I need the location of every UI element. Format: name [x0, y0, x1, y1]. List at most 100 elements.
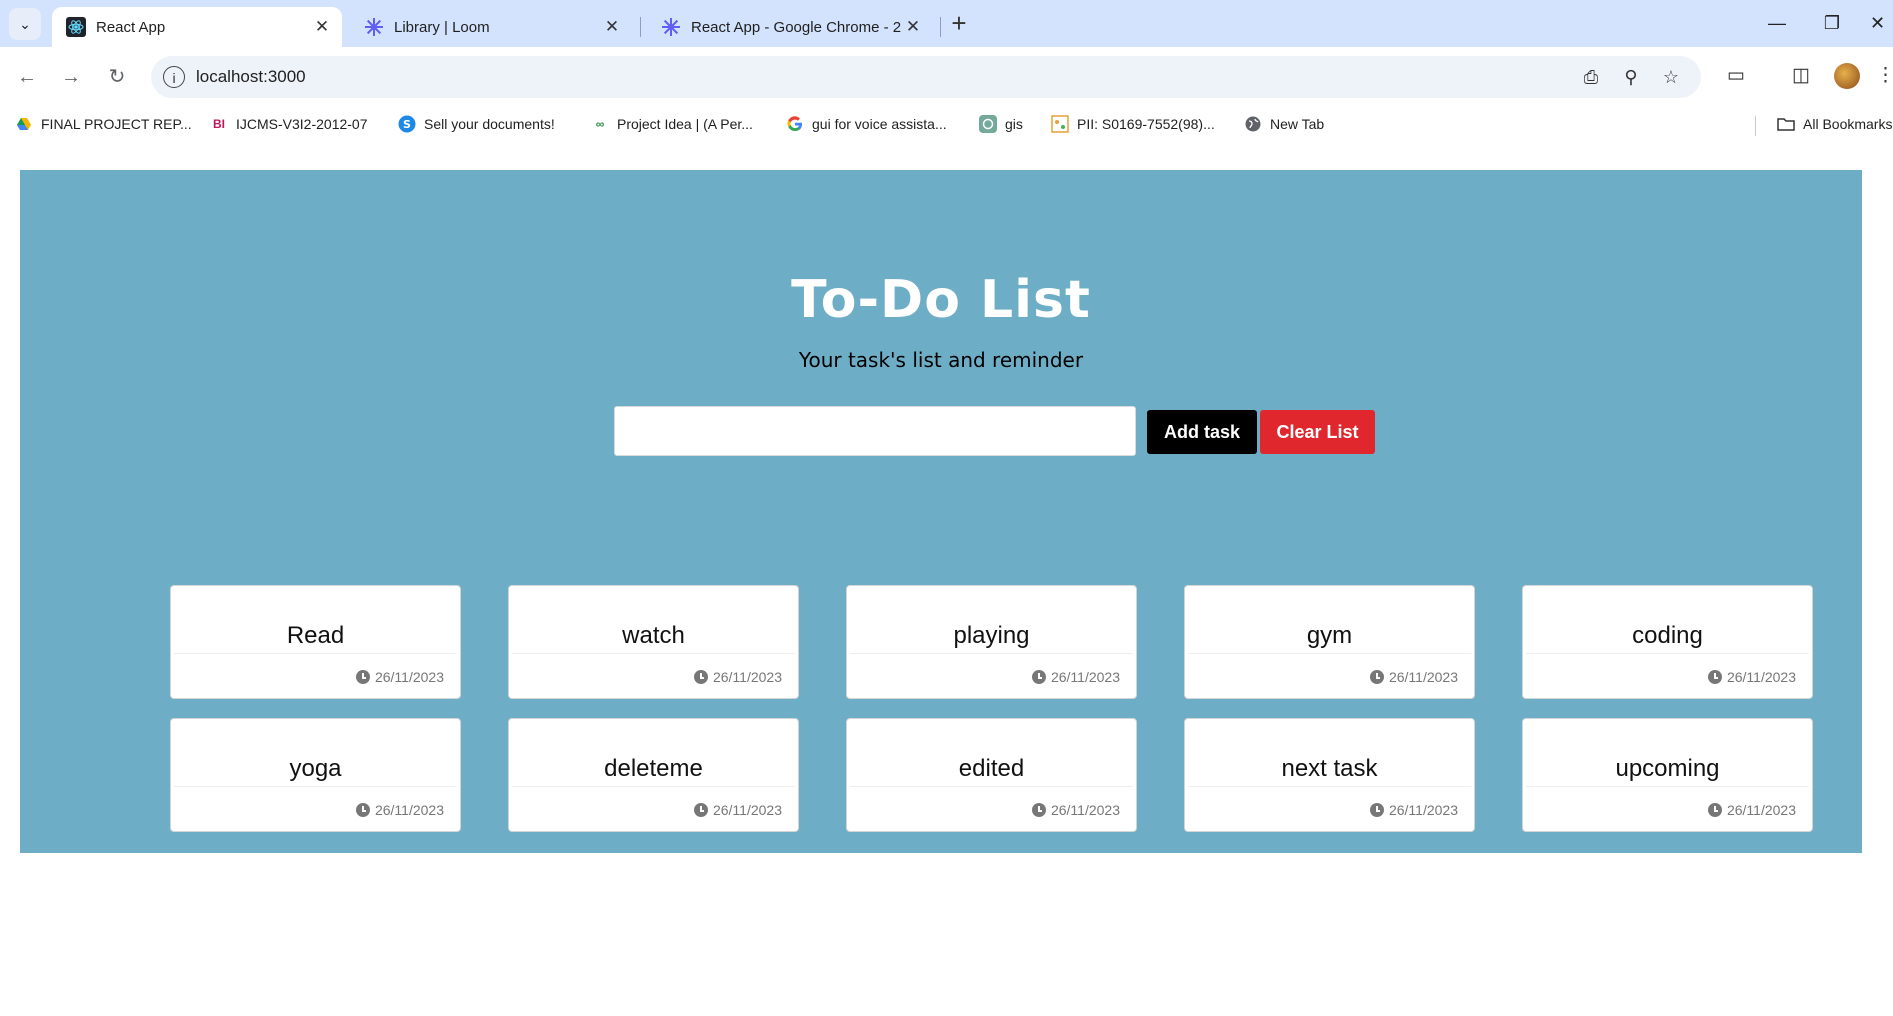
task-card[interactable]: yoga 26/11/2023: [170, 718, 461, 832]
clock-icon: [355, 670, 370, 684]
bookmark-label: PII: S0169-7552(98)...: [1077, 116, 1215, 132]
tab-title: React App: [96, 18, 166, 36]
task-date-text: 26/11/2023: [1726, 802, 1796, 818]
clock-icon: [1369, 803, 1384, 817]
zoom-icon[interactable]: ⚲: [1619, 65, 1643, 89]
task-name: deleteme: [604, 755, 703, 782]
close-icon[interactable]: ✕: [901, 17, 925, 37]
task-date: 26/11/2023: [693, 802, 782, 818]
bookmark-item[interactable]: gui for voice assista...: [786, 113, 947, 135]
bookmark-item[interactable]: gis: [979, 113, 1023, 135]
task-input[interactable]: [614, 406, 1136, 456]
clock-icon: [693, 670, 708, 684]
minimize-button[interactable]: —: [1755, 8, 1799, 38]
task-date: 26/11/2023: [693, 669, 782, 685]
task-date: 26/11/2023: [1707, 669, 1796, 685]
close-icon[interactable]: ✕: [310, 17, 334, 37]
divider: [512, 786, 795, 787]
bookmark-star-icon[interactable]: ☆: [1659, 65, 1683, 89]
task-card[interactable]: gym 26/11/2023: [1184, 585, 1475, 699]
loom-icon: [364, 17, 384, 37]
back-button[interactable]: ←: [11, 61, 43, 93]
clock-icon: [693, 803, 708, 817]
divider: [1526, 786, 1809, 787]
task-date-text: 26/11/2023: [1726, 669, 1796, 685]
tab-title: Library | Loom: [394, 18, 490, 36]
task-name: playing: [953, 622, 1030, 649]
site-info-icon[interactable]: i: [163, 66, 185, 88]
gfg-icon: ∞: [595, 117, 605, 131]
new-tab-button[interactable]: +: [945, 10, 973, 38]
task-date: 26/11/2023: [1031, 802, 1120, 818]
side-panel-icon[interactable]: ◫: [1786, 61, 1816, 91]
menu-icon[interactable]: ⋮: [1876, 61, 1893, 91]
url-text[interactable]: localhost:3000: [196, 67, 306, 87]
tab-react-app[interactable]: React App ✕: [52, 7, 342, 47]
extensions-icon[interactable]: ▭: [1721, 61, 1751, 91]
bookmark-item[interactable]: S Sell your documents!: [398, 113, 555, 135]
s-icon: S: [398, 115, 416, 133]
tab-search-button[interactable]: ⌄: [9, 8, 41, 40]
divider: [1188, 786, 1471, 787]
clock-icon: [1369, 670, 1384, 684]
clock-icon: [1707, 803, 1722, 817]
task-name: watch: [622, 622, 685, 649]
task-card[interactable]: upcoming 26/11/2023: [1522, 718, 1813, 832]
bookmark-label: All Bookmarks: [1803, 116, 1893, 132]
tab-react-app-chrome[interactable]: React App - Google Chrome - 2 ✕: [647, 7, 937, 47]
folder-icon: [1777, 115, 1795, 133]
bookmark-item[interactable]: FINAL PROJECT REP...: [15, 113, 192, 135]
task-card[interactable]: deleteme 26/11/2023: [508, 718, 799, 832]
bookmark-label: gis: [1005, 116, 1023, 132]
task-name: Read: [286, 622, 345, 649]
bookmark-item[interactable]: BI IJCMS-V3I2-2012-07: [210, 113, 368, 135]
avatar[interactable]: [1834, 63, 1860, 89]
task-card[interactable]: next task 26/11/2023: [1184, 718, 1475, 832]
task-card[interactable]: edited 26/11/2023: [846, 718, 1137, 832]
task-date: 26/11/2023: [1707, 802, 1796, 818]
bookmark-item[interactable]: PII: S0169-7552(98)...: [1051, 113, 1215, 135]
forward-button[interactable]: →: [55, 61, 87, 93]
doc-icon: BI: [213, 117, 225, 131]
tab-strip: ⌄ React App ✕ Library | Loom ✕ React App…: [0, 0, 1893, 47]
task-date: 26/11/2023: [1369, 669, 1458, 685]
google-icon: [786, 115, 804, 133]
task-card[interactable]: coding 26/11/2023: [1522, 585, 1813, 699]
restore-button[interactable]: ❐: [1810, 8, 1854, 38]
task-name: edited: [958, 755, 1025, 782]
close-icon[interactable]: ✕: [600, 17, 624, 37]
tab-divider: [640, 17, 641, 37]
task-date: 26/11/2023: [355, 669, 444, 685]
bookmark-item[interactable]: ∞ Project Idea | (A Per...: [591, 113, 753, 135]
globe-icon: [1244, 115, 1262, 133]
task-card[interactable]: Read 26/11/2023: [170, 585, 461, 699]
react-icon: [66, 17, 86, 37]
bookmark-label: gui for voice assista...: [812, 116, 947, 132]
task-date-text: 26/11/2023: [1388, 802, 1458, 818]
divider: [1526, 653, 1809, 654]
task-date-text: 26/11/2023: [1050, 802, 1120, 818]
tab-loom-library[interactable]: Library | Loom ✕: [350, 7, 632, 47]
page-subtitle: Your task's list and reminder: [798, 348, 1084, 372]
bookmark-label: Sell your documents!: [424, 116, 555, 132]
task-name: next task: [1281, 755, 1378, 782]
task-card[interactable]: playing 26/11/2023: [846, 585, 1137, 699]
task-name: upcoming: [1615, 755, 1720, 782]
bookmark-item[interactable]: New Tab: [1244, 113, 1324, 135]
drive-icon: [15, 115, 33, 133]
divider: [174, 786, 457, 787]
clock-icon: [1031, 803, 1046, 817]
divider: [1188, 653, 1471, 654]
reload-button[interactable]: ↻: [101, 61, 133, 93]
add-task-button[interactable]: Add task: [1147, 410, 1257, 454]
task-date-text: 26/11/2023: [712, 669, 782, 685]
task-card[interactable]: watch 26/11/2023: [508, 585, 799, 699]
task-name: gym: [1306, 622, 1353, 649]
chevron-down-icon: ⌄: [19, 15, 31, 32]
install-app-icon[interactable]: ⎙: [1579, 65, 1603, 89]
clear-list-button[interactable]: Clear List: [1260, 410, 1375, 454]
address-bar[interactable]: i localhost:3000 ⎙ ⚲ ☆: [151, 56, 1701, 98]
all-bookmarks-folder[interactable]: All Bookmarks: [1777, 113, 1892, 135]
close-window-button[interactable]: ✕: [1862, 8, 1893, 38]
bookmark-label: IJCMS-V3I2-2012-07: [236, 116, 368, 132]
